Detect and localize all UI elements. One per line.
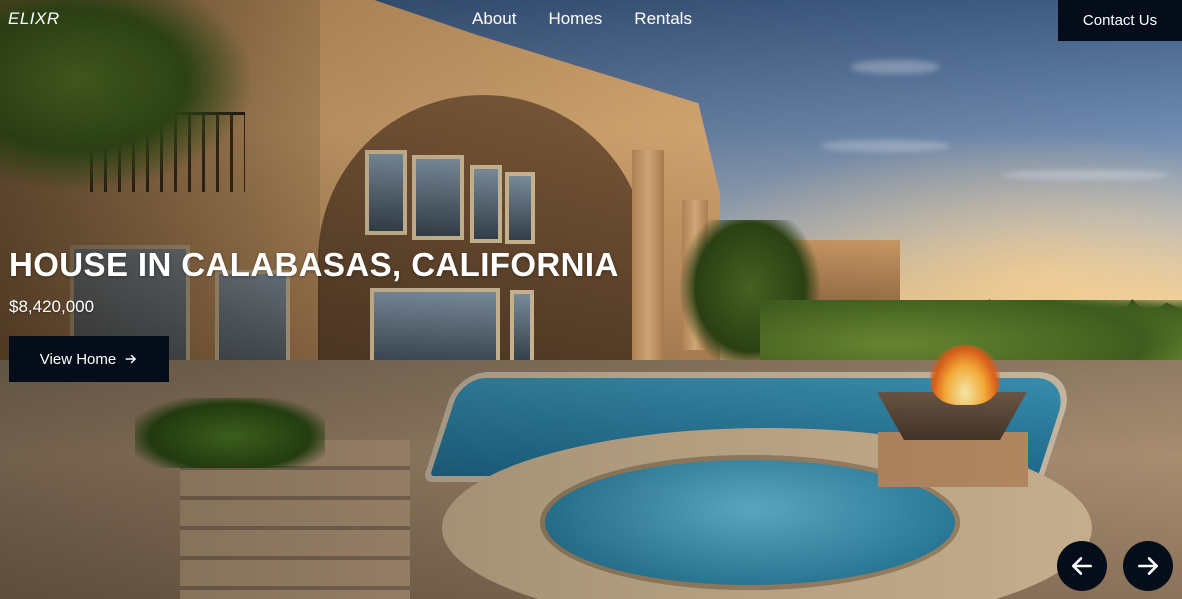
- hero-title: HOUSE IN CALABASAS, CALIFORNIA: [9, 246, 619, 283]
- hero-background-image: [0, 0, 1182, 599]
- hero-price: $8,420,000: [9, 297, 95, 316]
- carousel-prev-button[interactable]: [1057, 541, 1107, 591]
- nav-link-about[interactable]: About: [472, 9, 516, 29]
- nav-link-homes[interactable]: Homes: [548, 9, 602, 29]
- main-nav: About Homes Rentals: [472, 9, 692, 29]
- view-home-label: View Home: [39, 350, 117, 368]
- view-home-button[interactable]: View Home: [9, 336, 169, 382]
- brand-logo[interactable]: ELIXR: [8, 9, 60, 29]
- arrow-right-icon: [1138, 557, 1158, 575]
- image-overlay: [0, 0, 1182, 599]
- nav-link-rentals[interactable]: Rentals: [634, 9, 692, 29]
- contact-us-button[interactable]: Contact Us: [1058, 0, 1182, 41]
- carousel-next-button[interactable]: [1123, 541, 1173, 591]
- arrow-left-icon: [1072, 557, 1092, 575]
- arrow-right-icon: [125, 354, 137, 364]
